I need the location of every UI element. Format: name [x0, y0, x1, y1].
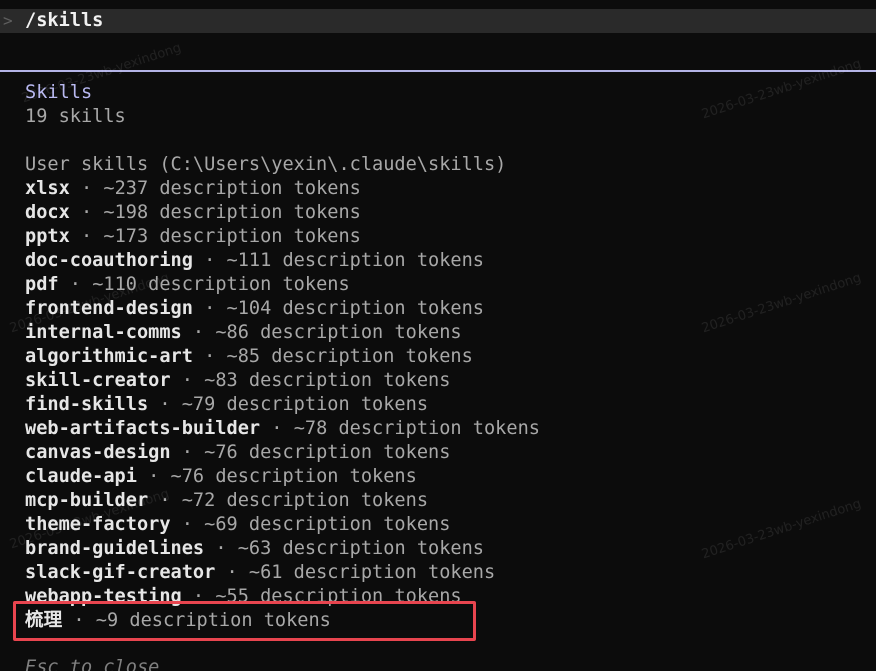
list-item[interactable]: canvas-design · ~76 description tokens: [25, 441, 450, 465]
list-item[interactable]: mcp-builder · ~72 description tokens: [25, 489, 428, 513]
skill-tokens: ~69 description tokens: [204, 514, 451, 535]
skill-tokens: ~76 description tokens: [170, 466, 417, 487]
watermark: 2026-03-23wb-yexindong: [700, 496, 864, 563]
watermark: 2026-03-23wb-yexindong: [700, 56, 864, 123]
skill-name: canvas-design: [25, 442, 171, 463]
list-item[interactable]: brand-guidelines · ~63 description token…: [25, 537, 484, 561]
skill-name: brand-guidelines: [25, 538, 205, 559]
skill-name: docx: [25, 202, 70, 223]
skill-tokens: ~72 description tokens: [181, 490, 429, 511]
skill-tokens: ~104 description tokens: [226, 298, 484, 319]
skill-tokens: ~86 description tokens: [215, 322, 462, 343]
panel-title: Skills: [25, 82, 93, 103]
skill-tokens: ~76 description tokens: [204, 442, 451, 463]
list-item[interactable]: web-artifacts-builder · ~78 description …: [25, 417, 540, 441]
skill-tokens: ~61 description tokens: [248, 562, 496, 583]
separator: ·: [170, 442, 205, 463]
skill-name: pptx: [25, 226, 70, 247]
skill-name: skill-creator: [25, 370, 171, 391]
separator: ·: [260, 418, 294, 439]
command-input-bar[interactable]: > /skills: [0, 9, 876, 33]
skill-name: xlsx: [25, 178, 70, 199]
skill-name: find-skills: [25, 394, 149, 415]
skill-name: internal-comms: [25, 322, 182, 343]
skill-tokens: ~237 description tokens: [103, 178, 361, 199]
list-item[interactable]: xlsx · ~237 description tokens: [25, 177, 361, 201]
skill-tokens: ~78 description tokens: [293, 418, 540, 439]
list-item[interactable]: algorithmic-art · ~85 description tokens: [25, 345, 473, 369]
highlight-annotation-box: [13, 601, 476, 641]
separator: ·: [192, 346, 227, 367]
separator: ·: [192, 298, 227, 319]
skill-name: pdf: [25, 274, 59, 295]
section-header: User skills (C:\Users\yexin\.claude\skil…: [25, 154, 507, 175]
skill-tokens: ~79 description tokens: [181, 394, 429, 415]
list-item[interactable]: internal-comms · ~86 description tokens: [25, 321, 462, 345]
list-item[interactable]: claude-api · ~76 description tokens: [25, 465, 417, 489]
skill-name: algorithmic-art: [25, 346, 193, 367]
list-item[interactable]: find-skills · ~79 description tokens: [25, 393, 428, 417]
separator: ·: [69, 202, 104, 223]
watermark: 2026-03-23wb-yexindong: [700, 270, 864, 337]
separator: ·: [148, 394, 182, 415]
panel-divider: [0, 70, 876, 72]
skill-tokens: ~63 description tokens: [237, 538, 484, 559]
separator: ·: [58, 274, 93, 295]
skill-tokens: ~83 description tokens: [204, 370, 451, 391]
separator: ·: [170, 370, 205, 391]
skill-name: web-artifacts-builder: [25, 418, 261, 439]
command-input-text[interactable]: /skills: [25, 9, 103, 33]
separator: ·: [69, 226, 104, 247]
footer-hint: Esc to close: [25, 657, 160, 671]
separator: ·: [192, 250, 227, 271]
skill-name: slack-gif-creator: [25, 562, 216, 583]
skill-name: frontend-design: [25, 298, 193, 319]
list-item[interactable]: docx · ~198 description tokens: [25, 201, 361, 225]
separator: ·: [69, 178, 104, 199]
list-item[interactable]: theme-factory · ~69 description tokens: [25, 513, 450, 537]
skill-name: mcp-builder: [25, 490, 149, 511]
list-item[interactable]: pdf · ~110 description tokens: [25, 273, 350, 297]
separator: ·: [148, 490, 182, 511]
skill-tokens: ~173 description tokens: [103, 226, 361, 247]
list-item[interactable]: slack-gif-creator · ~61 description toke…: [25, 561, 495, 585]
separator: ·: [136, 466, 171, 487]
skills-count: 19 skills: [25, 106, 126, 127]
prompt-caret-icon: >: [3, 11, 13, 30]
list-item[interactable]: frontend-design · ~104 description token…: [25, 297, 484, 321]
separator: ·: [181, 322, 216, 343]
skill-tokens: ~110 description tokens: [92, 274, 350, 295]
skill-name: theme-factory: [25, 514, 171, 535]
separator: ·: [215, 562, 249, 583]
skill-tokens: ~111 description tokens: [226, 250, 484, 271]
skill-tokens: ~198 description tokens: [103, 202, 361, 223]
separator: ·: [170, 514, 205, 535]
list-item[interactable]: skill-creator · ~83 description tokens: [25, 369, 450, 393]
list-item[interactable]: doc-coauthoring · ~111 description token…: [25, 249, 484, 273]
skill-name: doc-coauthoring: [25, 250, 193, 271]
list-item[interactable]: pptx · ~173 description tokens: [25, 225, 361, 249]
skill-tokens: ~85 description tokens: [226, 346, 473, 367]
separator: ·: [204, 538, 238, 559]
skill-name: claude-api: [25, 466, 137, 487]
